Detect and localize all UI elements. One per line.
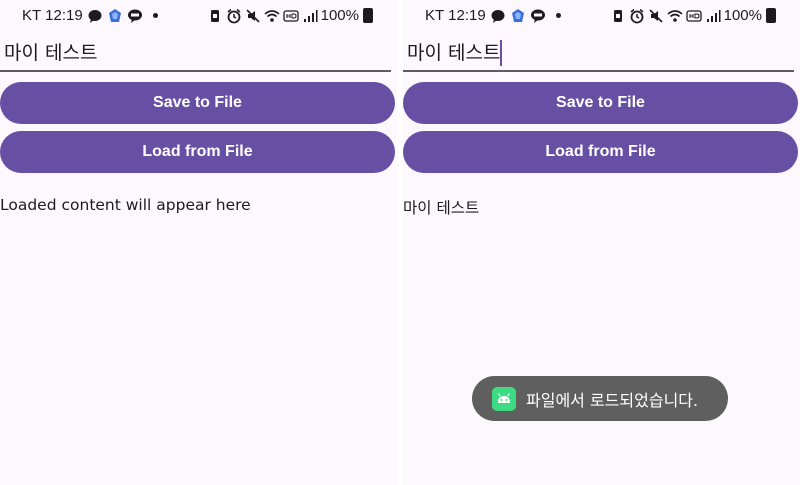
notification-dot-icon bbox=[555, 13, 561, 18]
alarm-icon bbox=[226, 8, 242, 24]
mute-icon bbox=[245, 8, 261, 24]
hd-icon bbox=[282, 8, 299, 24]
battery-icon bbox=[363, 8, 373, 23]
notification-dot-icon bbox=[152, 13, 158, 18]
status-bar: KT 12:19 100% bbox=[0, 0, 397, 32]
talk-icon bbox=[127, 8, 143, 24]
status-right: 100% bbox=[207, 7, 373, 24]
signal-icon bbox=[705, 8, 721, 24]
right-phone-screen: KT 12:19 100% 마이 테스트 Save to File Load f… bbox=[403, 0, 800, 485]
toast-message: 파일에서 로드되었습니다. bbox=[526, 390, 699, 410]
time-label: 12:19 bbox=[448, 7, 486, 24]
signal-icon bbox=[302, 8, 318, 24]
text-input[interactable] bbox=[4, 40, 374, 62]
status-left: KT 12:19 bbox=[22, 7, 158, 24]
save-to-file-button[interactable]: Save to File bbox=[403, 82, 798, 124]
text-cursor bbox=[500, 40, 502, 66]
battery-percent-label: 100% bbox=[320, 7, 359, 24]
sim-lock-icon bbox=[610, 8, 626, 24]
message-bubble-icon bbox=[490, 8, 506, 24]
app-gem-icon bbox=[510, 8, 526, 24]
status-right: 100% bbox=[610, 7, 776, 24]
carrier-label: KT bbox=[22, 7, 42, 24]
mute-icon bbox=[648, 8, 664, 24]
toast-notification: 파일에서 로드되었습니다. bbox=[472, 376, 728, 421]
loaded-content-text: Loaded content will appear here bbox=[0, 196, 251, 214]
talk-icon bbox=[530, 8, 546, 24]
text-input[interactable] bbox=[407, 40, 777, 62]
carrier-label: KT bbox=[425, 7, 445, 24]
load-from-file-button[interactable]: Load from File bbox=[403, 131, 798, 173]
time-label: 12:19 bbox=[45, 7, 83, 24]
text-input-field[interactable] bbox=[403, 36, 794, 72]
android-icon bbox=[492, 386, 516, 411]
status-bar: KT 12:19 100% bbox=[403, 0, 800, 32]
wifi-icon bbox=[264, 8, 280, 24]
message-bubble-icon bbox=[87, 8, 103, 24]
alarm-icon bbox=[629, 8, 645, 24]
load-from-file-button[interactable]: Load from File bbox=[0, 131, 395, 173]
comparison-stage: KT 12:19 100% 마이 테스트 Save to File Load f… bbox=[0, 0, 800, 485]
sim-lock-icon bbox=[207, 8, 223, 24]
save-to-file-button[interactable]: Save to File bbox=[0, 82, 395, 124]
text-input-field[interactable] bbox=[0, 36, 391, 72]
left-phone-screen: KT 12:19 100% 마이 테스트 Save to File Load f… bbox=[0, 0, 397, 485]
status-left: KT 12:19 bbox=[425, 7, 561, 24]
wifi-icon bbox=[667, 8, 683, 24]
hd-icon bbox=[685, 8, 702, 24]
app-gem-icon bbox=[107, 8, 123, 24]
battery-icon bbox=[766, 8, 776, 23]
battery-percent-label: 100% bbox=[723, 7, 762, 24]
loaded-content-text: 마이 테스트 bbox=[403, 199, 480, 217]
